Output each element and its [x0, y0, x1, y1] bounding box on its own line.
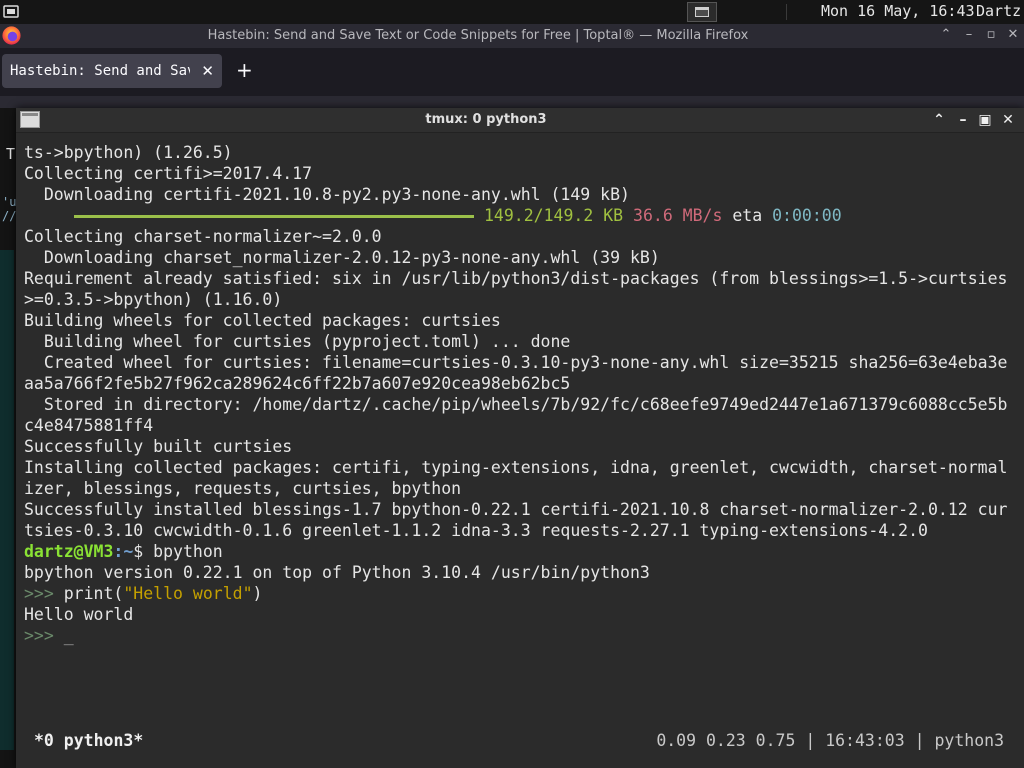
shade-icon[interactable]: ⌃: [930, 111, 948, 129]
firefox-titlebar: Hastebin: Send and Save Text or Code Sni…: [0, 24, 1024, 48]
repl-paren-close: ): [252, 584, 263, 603]
window-icon: [695, 7, 709, 17]
terminal-line: Building wheels for collected packages: …: [24, 311, 501, 330]
page-fragment-letter: T: [6, 145, 16, 163]
shell-prompt-line: dartz@VM3:~$ bpython: [24, 541, 1024, 562]
terminal-body[interactable]: ts->bpython) (1.26.5) Collecting certifi>…: [16, 133, 1024, 768]
terminal-line: Successfully built curtsies: [24, 437, 293, 456]
terminal-line: ts->bpython) (1.26.5): [24, 143, 233, 162]
terminal-line: Building wheel for curtsies (pyproject.t…: [24, 332, 571, 351]
terminal-line: c4e8475881ff4: [24, 416, 154, 435]
browser-tab[interactable]: Hastebin: Send and Save ✕: [2, 54, 222, 88]
progress-eta-label: eta: [732, 206, 763, 225]
tab-close-icon[interactable]: ✕: [201, 62, 214, 80]
terminal-line: izer, blessings, requests, curtsies, bpy…: [24, 479, 462, 498]
page-fragment-strip: [0, 250, 14, 750]
minimize-button[interactable]: –: [961, 27, 977, 43]
panel-clock[interactable]: Mon 16 May, 16:43: [821, 2, 975, 20]
panel-user[interactable]: Dartz: [976, 2, 1021, 20]
progress-speed: 36.6 MB/s: [633, 206, 723, 225]
firefox-tabbar: Hastebin: Send and Save ✕ +: [0, 48, 1024, 96]
terminal-title: tmux: 0 python3: [425, 112, 547, 127]
minimize-icon[interactable]: ⌃: [938, 27, 954, 43]
repl-active-prompt: >>> _: [24, 625, 1024, 646]
firefox-window-title: Hastebin: Send and Save Text or Code Sni…: [207, 28, 749, 43]
firefox-toolbar: [0, 96, 1024, 108]
prompt-path: :~: [113, 542, 134, 561]
bpython-banner: bpython version 0.22.1 on top of Python …: [24, 563, 650, 582]
progress-eta: 0:00:00: [772, 206, 842, 225]
top-panel: Mon 16 May, 16:43 Dartz: [0, 0, 1024, 24]
repl-input-line: >>> print("Hello world"): [24, 583, 1024, 604]
progress-size: 149.2/149.2 KB: [484, 206, 624, 225]
terminal-output: ts->bpython) (1.26.5) Collecting certifi>…: [24, 142, 1024, 646]
tmux-window-name[interactable]: *0 python3*: [34, 731, 143, 750]
repl-paren-open: (: [113, 584, 124, 603]
terminal-line: Stored in directory: /home/dartz/.cache/…: [24, 395, 1008, 414]
terminal-line: >=0.3.5->bpython) (1.16.0): [24, 290, 283, 309]
terminal-line: Requirement already satisfied: six in /u…: [24, 269, 1008, 288]
terminal-window[interactable]: tmux: 0 python3 ⌃ – ▣ ✕ ts->bpython) (1.…: [16, 108, 1024, 768]
terminal-line: tsies-0.3.10 cwcwidth-0.1.6 greenlet-1.1…: [24, 521, 928, 540]
tmux-status-bar: *0 python3* 0.09 0.23 0.75 | 16:43:03 | …: [16, 728, 1024, 756]
close-button[interactable]: ✕: [999, 111, 1017, 129]
terminal-line: Downloading certifi-2021.10.8-py2.py3-no…: [24, 185, 630, 204]
tmux-status-right: 0.09 0.23 0.75 | 16:43:03 | python3: [656, 731, 1004, 750]
maximize-button[interactable]: ▣: [976, 111, 994, 129]
window-list-button[interactable]: [687, 2, 717, 22]
terminal-line: Collecting charset-normalizer~=2.0.0: [24, 227, 382, 246]
download-progress-line: 149.2/149.2 KB 36.6 MB/s eta 0:00:00: [24, 205, 1024, 226]
terminal-line: aa5a766f2fe5b27f962ca289624c6ff22b7a607e…: [24, 374, 571, 393]
terminal-line: Created wheel for curtsies: filename=cur…: [24, 353, 1008, 372]
prompt-command: bpython: [153, 542, 223, 561]
panel-divider: [786, 4, 787, 20]
repl-output: Hello world: [24, 605, 134, 624]
prompt-user-host: dartz@VM3: [24, 542, 114, 561]
repl-prompt: >>>: [24, 626, 64, 645]
page-fragment-text: 'u //: [2, 195, 17, 223]
new-tab-button[interactable]: +: [236, 59, 253, 81]
terminal-line: Collecting certifi>=2017.4.17: [24, 164, 313, 183]
prompt-symbol: $: [133, 542, 154, 561]
text-cursor: _: [63, 626, 74, 645]
repl-string: "Hello world": [123, 584, 253, 603]
maximize-button[interactable]: ▫: [983, 27, 999, 43]
terminal-titlebar[interactable]: tmux: 0 python3 ⌃ – ▣ ✕: [16, 108, 1024, 133]
menu-icon[interactable]: [3, 4, 19, 20]
terminal-line: Successfully installed blessings-1.7 bpy…: [24, 500, 1008, 519]
close-button[interactable]: ✕: [1005, 27, 1021, 43]
tab-label: Hastebin: Send and Save: [10, 63, 190, 79]
terminal-line: Downloading charset_normalizer-2.0.12-py…: [24, 248, 660, 267]
minimize-button[interactable]: –: [954, 111, 972, 129]
repl-prompt: >>>: [24, 584, 64, 603]
terminal-line: Installing collected packages: certifi, …: [24, 458, 1008, 477]
repl-func: print: [63, 584, 114, 603]
progress-bar: [74, 215, 474, 218]
